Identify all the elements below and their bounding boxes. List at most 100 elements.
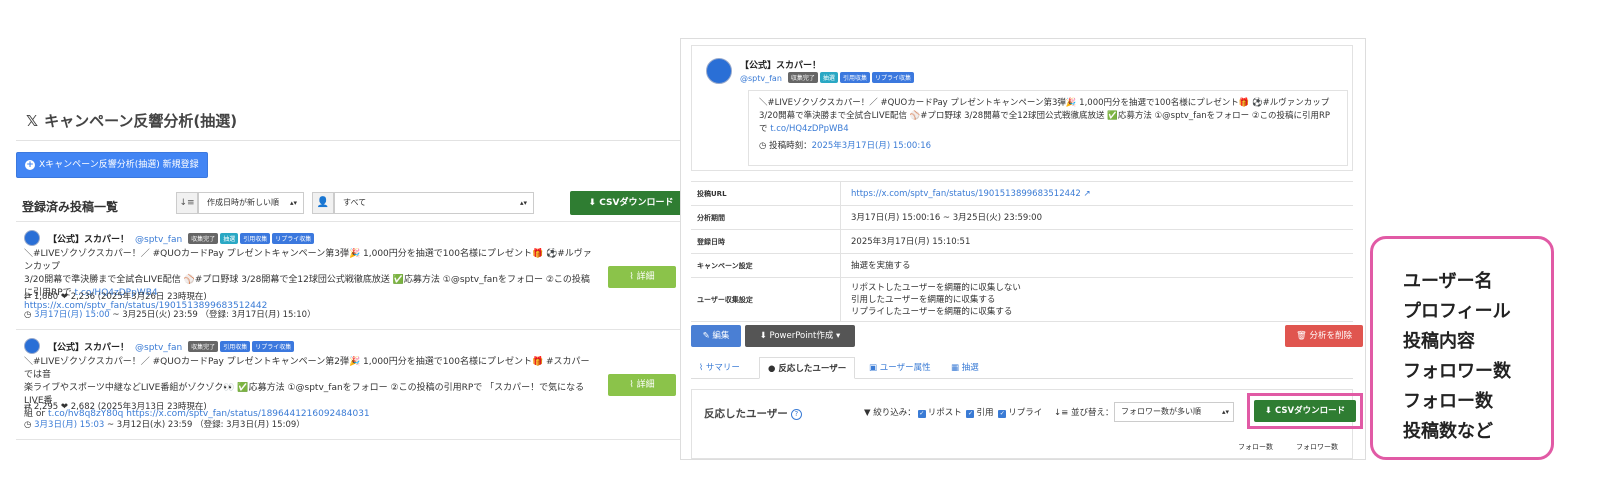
info-row-registered: 登録日時 2025年3月17日(月) 15:10:51 — [691, 230, 1353, 254]
list-item: 【公式】スカパー！ @sptv_fan 収集完了 引用収集 リプライ収集 ＼#LIVEゾ… — [16, 332, 692, 440]
post-text: ＼#LIVEゾクゾクスカパー！／ #QUOカードPay プレゼントキャンペーン第… — [24, 249, 592, 311]
post-stats: ⇄ 2,295 ❤ 2,682 (2025年3月13日 23時現在) — [24, 402, 207, 412]
caret-down-icon: ▾ — [836, 331, 841, 341]
csv-download-button[interactable]: ⬇ CSVダウンロード — [1254, 400, 1356, 422]
edit-button[interactable]: ✎ 編集 — [691, 325, 741, 347]
tab-bar: ⌇ サマリー ● 反応したユーザー ▣ ユーザー属性 ▦ 抽選 — [691, 357, 1353, 379]
sort-select[interactable]: フォロワー数が多い順 ▴▾ — [1114, 402, 1234, 422]
tweet-body: ＼#LIVEゾクゾクスカパー！／ #QUOカードPay プレゼントキャンペーン第… — [748, 90, 1348, 166]
download-icon: ⬇ — [1264, 406, 1273, 416]
csv-download-button[interactable]: ⬇ CSVダウンロード — [570, 191, 692, 215]
info-row-campaign: キャンペーン設定 抽選を実施する — [691, 254, 1353, 278]
caret-icon: ▴▾ — [519, 199, 527, 207]
sort-icon: ↓≡ — [176, 192, 198, 214]
status-badge: 引用収集 — [839, 72, 870, 83]
list-item: 【公式】スカパー！ @sptv_fan 収集完了 抽選 引用収集 リプライ収集 ＼#LIV… — [16, 224, 692, 330]
detail-button[interactable]: ⌇ 詳細 — [608, 374, 676, 396]
post-period: ◷ 3月3日(月) 15:03 ~ 3月12日(水) 23:59 （登録: 3月… — [24, 420, 305, 430]
callout-item: ユーザー名 — [1403, 271, 1493, 292]
status-badge: リプライ収集 — [272, 233, 315, 244]
plus-icon: + — [25, 160, 35, 170]
edit-icon: ✎ — [702, 331, 710, 341]
sort-label: ↓≡ 並び替え： — [1054, 408, 1114, 418]
analysis-detail-panel: 【公式】スカパー！ @sptv_fan 収集完了 抽選 引用収集 リプライ収集 ＼#LI… — [680, 38, 1366, 460]
new-registration-button[interactable]: + Xキャンペーン反響分析(抽選) 新規登録 — [16, 152, 208, 178]
callout-item: フォロワー数 — [1403, 361, 1511, 382]
column-header-following: フォロー数 — [1238, 443, 1273, 451]
post-period: ◷ 3月17日(月) 15:00 ~ 3月25日(火) 23:59 （登録: 3… — [24, 310, 316, 320]
status-badge: 引用収集 — [240, 233, 271, 244]
chart-icon: ⌇ — [629, 272, 634, 282]
user-icon: 👤 — [312, 192, 334, 214]
avatar — [24, 230, 40, 246]
x-logo-icon: 𝕏 — [26, 112, 39, 130]
filter-icon: ▼ — [864, 408, 871, 418]
status-badge: 抽選 — [819, 72, 838, 83]
clock-icon: ◷ — [759, 141, 767, 151]
sort-select[interactable]: 作成日時が新しい順 ▴▾ — [198, 192, 304, 214]
info-table: 投稿URL https://x.com/sptv_fan/status/1901… — [691, 181, 1353, 322]
line-chart-icon: ⌇ — [699, 363, 704, 373]
page-title: 𝕏 キャンペーン反響分析(抽選) — [26, 112, 238, 130]
filter-select[interactable]: すべて ▴▾ — [334, 192, 534, 214]
list-title: 登録済み投稿一覧 — [22, 200, 119, 214]
callout-item: 投稿数など — [1403, 421, 1493, 442]
trash-icon: 🗑 — [1295, 331, 1307, 341]
chart-icon: ⌇ — [629, 380, 634, 390]
handle-row: @sptv_fan 収集完了 抽選 引用収集 リプライ収集 — [740, 72, 916, 83]
info-row-url: 投稿URL https://x.com/sptv_fan/status/1901… — [691, 182, 1353, 206]
tab-user-attributes[interactable]: ▣ ユーザー属性 — [861, 357, 939, 379]
checkbox-repost[interactable]: ✓ — [917, 410, 926, 418]
status-badge: リプライ収集 — [871, 72, 914, 83]
action-row: ✎ 編集 ⬇ PowerPoint作成 ▾ 🗑 分析を削除 — [691, 325, 1363, 351]
avatar — [706, 58, 732, 84]
checkbox-quote[interactable]: ✓ — [966, 410, 975, 418]
divider — [16, 140, 692, 141]
clock-icon: ◷ — [24, 420, 32, 430]
clock-icon: ◷ — [24, 310, 32, 320]
post-header: 【公式】スカパー！ @sptv_fan 収集完了 抽選 引用収集 リプライ収集 — [48, 232, 316, 245]
status-badge: 抽選 — [220, 233, 239, 244]
id-card-icon: ▣ — [869, 363, 878, 373]
post-stats: ⇄ 1,880 ❤ 2,236 (2025年3月26日 23時現在) — [24, 292, 207, 302]
tab-lottery[interactable]: ▦ 抽選 — [943, 357, 987, 379]
repost-icon: ⇄ — [24, 292, 32, 302]
user-circle-icon: ● — [768, 364, 776, 374]
callout-item: 投稿内容 — [1403, 331, 1475, 352]
section-title: 反応したユーザー? — [704, 406, 802, 421]
download-icon: ⬇ — [588, 198, 597, 208]
status-badge: 収集完了 — [787, 72, 818, 83]
account-name: 【公式】スカパー！ — [740, 61, 822, 71]
tab-reacted-users[interactable]: ● 反応したユーザー — [759, 357, 856, 379]
callout-item: プロフィール — [1403, 301, 1511, 322]
repost-icon: ⇄ — [24, 402, 32, 412]
sort-icon: ↓≡ — [1054, 408, 1069, 418]
status-badge: 引用収集 — [220, 341, 251, 352]
post-header: 【公式】スカパー！ @sptv_fan 収集完了 引用収集 リプライ収集 — [48, 340, 296, 353]
post-time: ◷ 投稿時刻：2025年3月17日(月) 15:00:16 — [759, 141, 932, 151]
status-badge: 収集完了 — [188, 341, 219, 352]
campaign-list-panel: 𝕏 キャンペーン反響分析(抽選) + Xキャンペーン反響分析(抽選) 新規登録 登録… — [16, 100, 692, 460]
info-row-period: 分析期間 3月17日(月) 15:00:16 ~ 3月25日(火) 23:59:… — [691, 206, 1353, 230]
callout-item: フォロー数 — [1403, 391, 1493, 412]
tweet-card: 【公式】スカパー！ @sptv_fan 収集完了 抽選 引用収集 リプライ収集 ＼#LI… — [691, 45, 1353, 171]
csv-fields-callout: ユーザー名 プロフィール 投稿内容 フォロワー数 フォロー数 投稿数など — [1370, 236, 1554, 460]
external-link-icon[interactable]: ↗ — [1084, 189, 1091, 199]
delete-analysis-button[interactable]: 🗑 分析を削除 — [1285, 325, 1363, 347]
status-badge: 収集完了 — [188, 233, 219, 244]
status-badge: リプライ収集 — [252, 341, 295, 352]
caret-icon: ▴▾ — [289, 199, 297, 207]
checkbox-reply[interactable]: ✓ — [998, 410, 1007, 418]
help-icon[interactable]: ? — [790, 409, 802, 420]
caret-icon: ▴▾ — [1221, 408, 1229, 416]
filter-group: ▼ 絞り込み： ✓ リポスト ✓ 引用 ✓ リプライ — [864, 408, 1043, 418]
detail-button[interactable]: ⌇ 詳細 — [608, 266, 676, 288]
tab-summary[interactable]: ⌇ サマリー — [691, 357, 748, 379]
column-header-followers: フォロワー数 — [1296, 443, 1338, 451]
highlight-frame: ⬇ CSVダウンロード — [1247, 393, 1363, 429]
avatar — [24, 338, 40, 354]
powerpoint-button[interactable]: ⬇ PowerPoint作成 ▾ — [745, 325, 855, 347]
reacted-users-panel: 反応したユーザー? ▼ 絞り込み： ✓ リポスト ✓ 引用 ✓ リプライ ↓≡ 並び替え… — [691, 389, 1363, 459]
info-row-collect: ユーザー収集設定 リポストしたユーザーを網羅的に収集しない 引用したユーザーを網… — [691, 278, 1353, 322]
gift-icon: ▦ — [951, 363, 960, 373]
